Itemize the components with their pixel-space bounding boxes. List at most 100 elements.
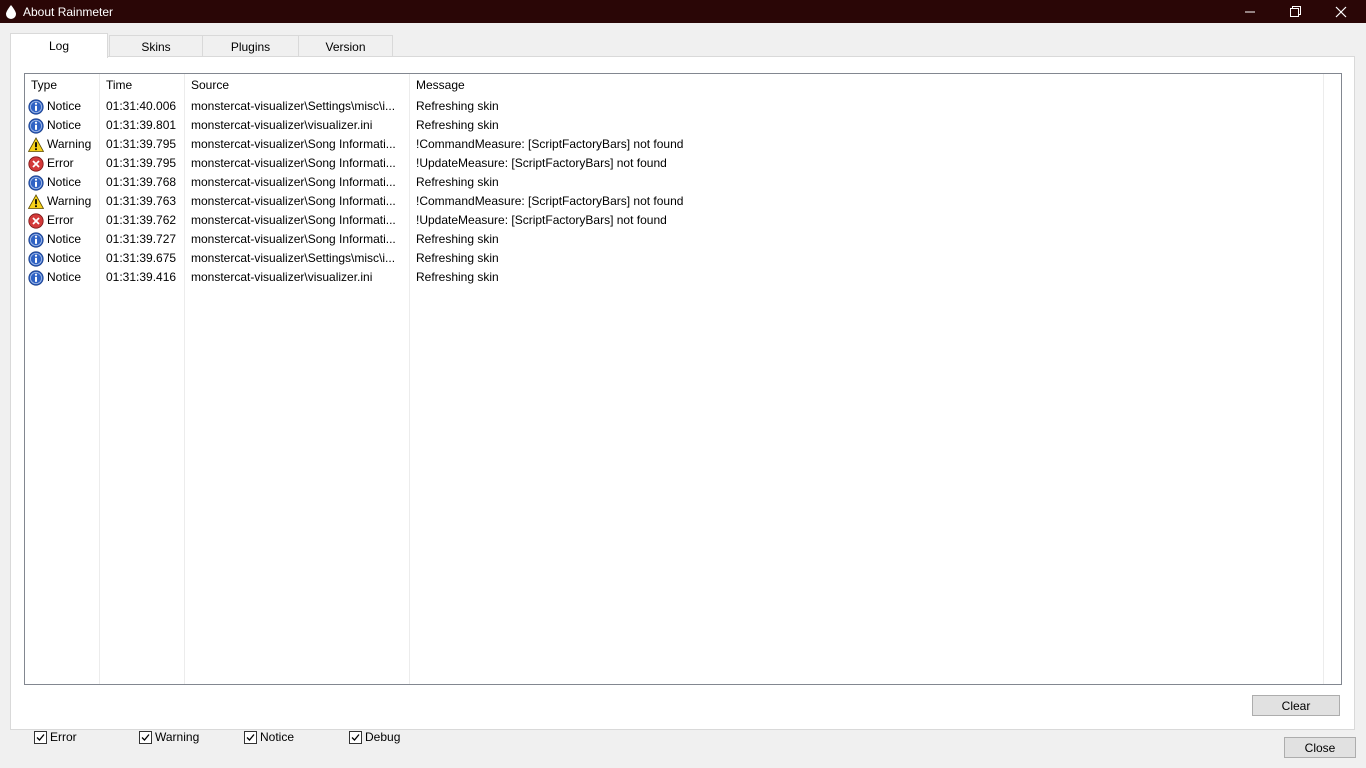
info-icon	[28, 250, 44, 267]
checkbox-checked-icon[interactable]	[244, 730, 257, 744]
restore-button[interactable]	[1272, 0, 1318, 23]
filter-notice[interactable]: Notice	[244, 728, 294, 746]
log-type-cell: Warning	[28, 135, 98, 154]
log-time-cell: 01:31:39.768	[106, 175, 177, 189]
log-time-cell: 01:31:39.727	[106, 232, 177, 246]
log-row[interactable]: Notice 01:31:39.768 monstercat-visualizer\…	[25, 173, 1341, 192]
log-message-cell: !UpdateMeasure: [ScriptFactoryBars] not …	[416, 213, 667, 227]
log-type-cell: Notice	[28, 268, 98, 287]
log-source-cell: monstercat-visualizer\Song Informati...	[191, 232, 396, 246]
log-message-cell: Refreshing skin	[416, 232, 499, 246]
log-tab-panel: Type Time Source Message Notice 01:31:40.…	[10, 56, 1355, 744]
log-row[interactable]: Notice 01:31:40.006 monstercat-visualizer\…	[25, 97, 1341, 116]
log-type-cell: Notice	[28, 249, 98, 268]
log-message-cell: !CommandMeasure: [ScriptFactoryBars] not…	[416, 137, 684, 151]
log-type-label: Warning	[47, 194, 92, 208]
window-title: About Rainmeter	[23, 4, 114, 19]
tab-log[interactable]: Log	[10, 33, 108, 58]
log-type-label: Notice	[47, 175, 82, 189]
column-header-type[interactable]: Type	[25, 74, 99, 96]
tab-plugins[interactable]: Plugins	[202, 35, 299, 57]
log-time-cell: 01:31:40.006	[106, 99, 177, 113]
filter-warning-label: Warning	[155, 730, 200, 744]
checkbox-checked-icon[interactable]	[349, 730, 362, 744]
log-row[interactable]: Notice 01:31:39.416 monstercat-visualizer\…	[25, 268, 1341, 287]
list-header: Type Time Source Message	[25, 74, 1341, 96]
log-type-label: Error	[47, 156, 74, 170]
log-type-label: Notice	[47, 270, 82, 284]
log-type-cell: Notice	[28, 230, 98, 249]
log-row[interactable]: Warning 01:31:39.763 monstercat-visualizer…	[25, 192, 1341, 211]
log-type-label: Notice	[47, 251, 82, 265]
log-time-cell: 01:31:39.801	[106, 118, 177, 132]
log-type-cell: Error	[28, 154, 98, 173]
info-icon	[28, 269, 44, 286]
log-type-cell: Notice	[28, 173, 98, 192]
log-source-cell: monstercat-visualizer\Song Informati...	[191, 213, 396, 227]
log-time-cell: 01:31:39.675	[106, 251, 177, 265]
log-row[interactable]: Notice 01:31:39.727 monstercat-visualizer\…	[25, 230, 1341, 249]
column-header-time[interactable]: Time	[100, 74, 184, 96]
log-type-cell: Notice	[28, 116, 98, 135]
log-message-cell: !UpdateMeasure: [ScriptFactoryBars] not …	[416, 156, 667, 170]
log-source-cell: monstercat-visualizer\Song Informati...	[191, 137, 396, 151]
log-source-cell: monstercat-visualizer\Song Informati...	[191, 156, 396, 170]
filter-error[interactable]: Error	[34, 728, 77, 746]
clear-button[interactable]: Clear	[1252, 695, 1340, 716]
rainmeter-drop-icon[interactable]	[2, 0, 20, 23]
log-row[interactable]: Error 01:31:39.762 monstercat-visualizer\S…	[25, 211, 1341, 230]
close-button[interactable]: Close	[1284, 737, 1356, 758]
log-message-cell: Refreshing skin	[416, 175, 499, 189]
error-icon	[28, 212, 44, 229]
dialog-client: Log Skins Plugins Version Type Time Sour…	[0, 23, 1366, 768]
info-icon	[28, 117, 44, 134]
column-header-message[interactable]: Message	[410, 74, 1310, 96]
filter-checkboxes: Error Warning Notice Debug	[34, 728, 454, 746]
log-message-cell: Refreshing skin	[416, 118, 499, 132]
log-row[interactable]: Notice 01:31:39.675 monstercat-visualizer\…	[25, 249, 1341, 268]
info-icon	[28, 174, 44, 191]
log-type-label: Notice	[47, 99, 82, 113]
log-type-cell: Notice	[28, 97, 98, 116]
log-time-cell: 01:31:39.762	[106, 213, 177, 227]
log-source-cell: monstercat-visualizer\Song Informati...	[191, 175, 396, 189]
log-type-cell: Error	[28, 211, 98, 230]
warning-icon	[28, 193, 44, 210]
info-icon	[28, 98, 44, 115]
log-source-cell: monstercat-visualizer\visualizer.ini	[191, 118, 373, 132]
log-message-cell: Refreshing skin	[416, 270, 499, 284]
log-type-label: Notice	[47, 232, 82, 246]
log-row[interactable]: Error 01:31:39.795 monstercat-visualizer\S…	[25, 154, 1341, 173]
tab-version[interactable]: Version	[298, 35, 393, 57]
log-message-cell: Refreshing skin	[416, 99, 499, 113]
title-bar: About Rainmeter	[0, 0, 1366, 23]
log-source-cell: monstercat-visualizer\visualizer.ini	[191, 270, 373, 284]
info-icon	[28, 231, 44, 248]
log-type-cell: Warning	[28, 192, 98, 211]
log-time-cell: 01:31:39.795	[106, 156, 177, 170]
filter-debug-label: Debug	[365, 730, 401, 744]
filter-notice-label: Notice	[260, 730, 295, 744]
log-time-cell: 01:31:39.763	[106, 194, 177, 208]
warning-icon	[28, 136, 44, 153]
log-message-cell: !CommandMeasure: [ScriptFactoryBars] not…	[416, 194, 684, 208]
checkbox-checked-icon[interactable]	[139, 730, 152, 744]
log-type-label: Error	[47, 213, 74, 227]
tab-skins[interactable]: Skins	[109, 35, 203, 57]
log-type-label: Notice	[47, 118, 82, 132]
log-rows: Notice 01:31:40.006 monstercat-visualizer\…	[25, 97, 1341, 287]
column-header-source[interactable]: Source	[185, 74, 409, 96]
log-source-cell: monstercat-visualizer\Settings\misc\i...	[191, 251, 396, 265]
log-message-cell: Refreshing skin	[416, 251, 499, 265]
log-time-cell: 01:31:39.416	[106, 270, 177, 284]
filter-debug[interactable]: Debug	[349, 728, 400, 746]
checkbox-checked-icon[interactable]	[34, 730, 47, 744]
close-window-button[interactable]	[1318, 0, 1364, 23]
log-row[interactable]: Notice 01:31:39.801 monstercat-visualizer\…	[25, 116, 1341, 135]
filter-warning[interactable]: Warning	[139, 728, 199, 746]
minimize-button[interactable]	[1227, 0, 1273, 23]
log-list[interactable]: Type Time Source Message Notice 01:31:40.…	[24, 73, 1342, 685]
log-row[interactable]: Warning 01:31:39.795 monstercat-visualizer…	[25, 135, 1341, 154]
error-icon	[28, 155, 44, 172]
log-source-cell: monstercat-visualizer\Song Informati...	[191, 194, 396, 208]
